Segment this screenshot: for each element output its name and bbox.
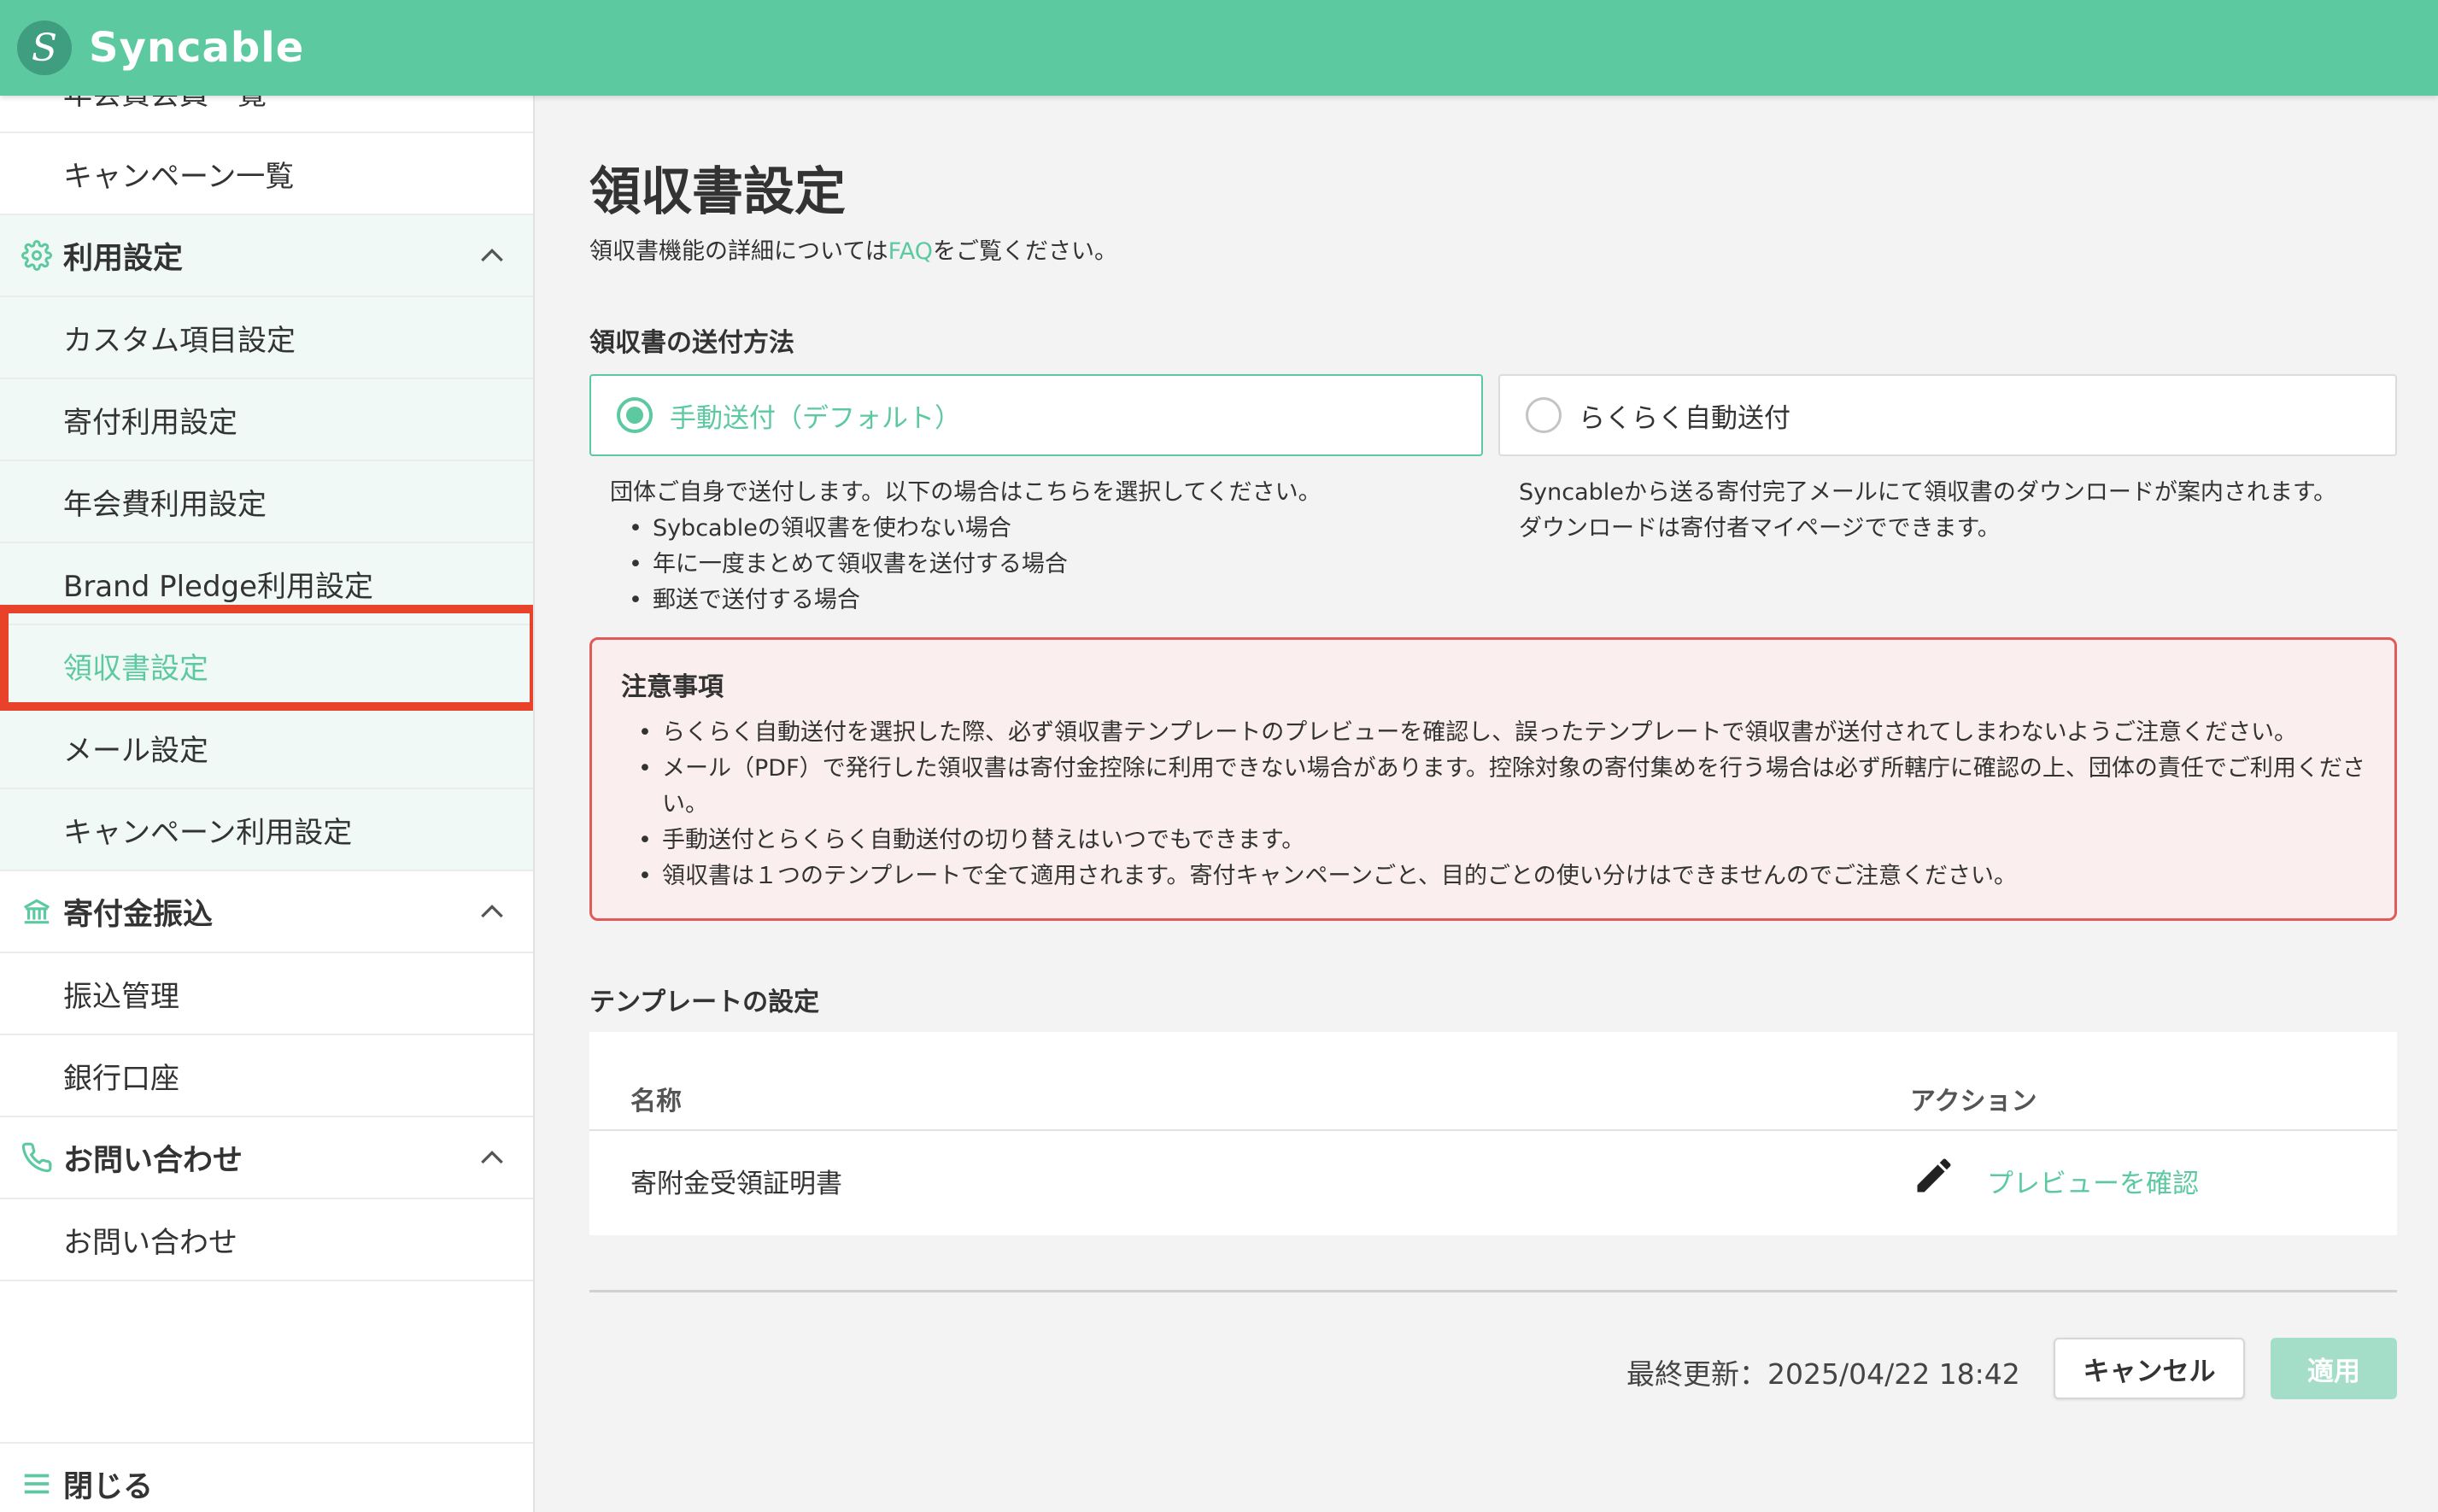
template-table: 名称 アクション 寄附金受領証明書 プレビューを確認 [589,1032,2397,1235]
sidebar-section-title: お問い合わせ [63,1143,243,1178]
radio-option-auto[interactable]: らくらく自動送付 [1498,374,2397,456]
chevron-up-icon[interactable] [475,239,509,273]
column-header-name: 名称 [630,1087,682,1116]
sidebar-item-label: 年会費会員一覧 [63,96,267,113]
sidebar-section-donation-transfer[interactable]: 寄付金振込 [0,871,533,953]
sidebar-item-label: カスタム項目設定 [63,323,296,358]
pencil-edit-icon[interactable] [1912,1153,1956,1198]
sidebar-item-label: キャンペーン利用設定 [63,815,353,850]
sidebar-item-label: Brand Pledge利用設定 [63,569,374,604]
notice-item: 手動送付とらくらく自動送付の切り替えはいつでもできます。 [638,823,2365,859]
manual-description: 団体ご自身で送付します。以下の場合はこちらを選択してください。 Sybcable… [610,475,1481,618]
notice-title: 注意事項 [621,672,724,702]
notice-item: 領収書は１つのテンプレートで全て適用されます。寄付キャンペーンごと、目的ごとの使… [638,859,2365,894]
sidebar-section-contact[interactable]: お問い合わせ [0,1117,533,1199]
sidebar-item-label: 寄付利用設定 [63,405,237,440]
table-divider [589,1129,2397,1131]
template-name-cell: 寄附金受領証明書 [630,1169,842,1199]
notice-item: メール（PDF）で発行した領収書は寄付金控除に利用できない場合があります。控除対… [638,751,2365,823]
main-content: 領収書設定 領収書機能の詳細についてはFAQをご覧ください。 領収書の送付方法 … [536,96,2438,1512]
sidebar-item-label: お問い合わせ [63,1225,237,1260]
sidebar-item-donation-settings[interactable]: 寄付利用設定 [0,379,533,461]
syncable-logo-icon[interactable]: S [17,21,72,75]
sidebar-item-campaign-settings[interactable]: キャンペーン利用設定 [0,789,533,871]
sidebar-item-bank-account[interactable]: 銀行口座 [0,1035,533,1117]
logo-letter: S [31,26,58,70]
auto-description-text: ダウンロードは寄付者マイページでできます。 [1519,515,2001,542]
cancel-button[interactable]: キャンセル [2054,1338,2245,1399]
sidebar-item-label: メール設定 [63,733,208,768]
sidebar-item-annual-fee-settings[interactable]: 年会費利用設定 [0,461,533,543]
manual-description-text: 団体ご自身で送付します。以下の場合はこちらを選択してください。 [610,479,1322,506]
radio-option-label: 手動送付（デフォルト） [670,402,961,434]
sidebar-item-custom-fields[interactable]: カスタム項目設定 [0,297,533,379]
subtitle-text: 領収書機能の詳細については [589,238,888,265]
sidebar-item-label: 振込管理 [63,979,179,1014]
sidebar-close-label: 閉じる [63,1469,154,1504]
menu-icon [19,1466,55,1502]
sidebar-section-title: 利用設定 [63,241,184,276]
radio-button-checked[interactable] [617,397,653,433]
notice-list: らくらく自動送付を選択した際、必ず領収書テンプレートのプレビューを確認し、誤った… [621,715,2365,894]
phone-icon [19,1140,55,1175]
sidebar-section-usage-settings[interactable]: 利用設定 [0,215,533,297]
delivery-method-label: 領収書の送付方法 [589,328,794,358]
sidebar-item-campaign-list[interactable]: キャンペーン一覧 [0,133,533,215]
page-title: 領収書設定 [589,162,846,222]
radio-option-manual[interactable]: 手動送付（デフォルト） [589,374,1483,456]
chevron-up-icon[interactable] [475,895,509,929]
sidebar-item-label: 年会費利用設定 [63,487,267,522]
auto-description-text: Syncableから送る寄付完了メールにて領収書のダウンロードが案内されます。 [1519,479,2337,506]
sidebar-item-annual-members[interactable]: 年会費会員一覧 [0,96,533,133]
radio-option-label: らくらく自動送付 [1579,402,1790,434]
sidebar-item-label: 銀行口座 [63,1061,179,1096]
gear-icon [19,237,55,273]
list-item: 年に一度まとめて領収書を送付する場合 [629,547,1481,583]
column-header-action: アクション [1910,1087,2037,1116]
sidebar-section-title: 寄付金振込 [63,897,214,932]
chevron-up-icon[interactable] [475,1141,509,1175]
app-name[interactable]: Syncable [89,24,304,72]
sidebar-item-transfer-management[interactable]: 振込管理 [0,953,533,1035]
bank-icon [19,894,55,929]
auto-description: Syncableから送る寄付完了メールにて領収書のダウンロードが案内されます。 … [1519,475,2399,547]
list-item: 郵送で送付する場合 [629,583,1481,618]
last-updated-text: 最終更新：2025/04/22 18:42 [1626,1357,2020,1391]
app-header: S Syncable [0,0,2438,96]
footer-divider [589,1290,2397,1292]
apply-button[interactable]: 適用 [2271,1338,2397,1399]
template-settings-label: テンプレートの設定 [589,987,820,1017]
preview-link[interactable]: プレビューを確認 [1987,1162,2199,1200]
sidebar: 年会費会員一覧 キャンペーン一覧 利用設定 カスタム項目設定 寄付利用設定 年会… [0,96,535,1512]
notice-box: 注意事項 らくらく自動送付を選択した際、必ず領収書テンプレートのプレビューを確認… [589,637,2397,921]
subtitle-text: をご覧ください。 [932,238,1117,265]
manual-conditions-list: Sybcableの領収書を使わない場合 年に一度まとめて領収書を送付する場合 郵… [610,511,1481,618]
sidebar-close-button[interactable]: 閉じる [0,1442,533,1512]
sidebar-item-contact[interactable]: お問い合わせ [0,1199,533,1281]
faq-link[interactable]: FAQ [888,238,933,265]
list-item: Sybcableの領収書を使わない場合 [629,511,1481,547]
radio-button-unchecked[interactable] [1526,397,1562,433]
page-subtitle: 領収書機能の詳細についてはFAQをご覧ください。 [589,232,1117,266]
highlight-annotation [0,605,533,711]
sidebar-item-label: キャンペーン一覧 [63,159,295,194]
sidebar-item-mail-settings[interactable]: メール設定 [0,707,533,789]
notice-item: らくらく自動送付を選択した際、必ず領収書テンプレートのプレビューを確認し、誤った… [638,715,2365,751]
